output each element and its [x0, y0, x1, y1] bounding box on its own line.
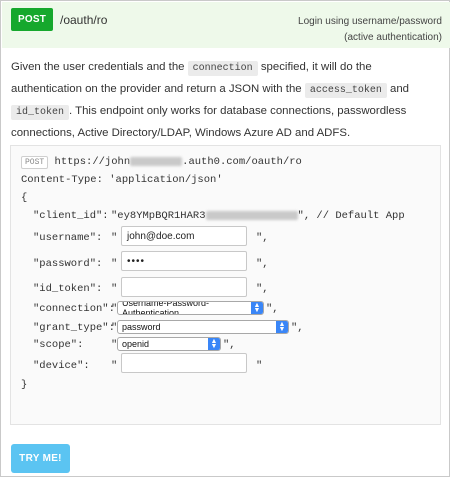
inline-code-id-token: id_token: [11, 105, 70, 120]
open-brace: {: [21, 192, 28, 204]
description-text: and: [386, 83, 409, 95]
redacted-tenant: [130, 156, 183, 166]
chevron-updown-icon: ▲ ▼: [251, 302, 263, 314]
summary-title: Login using username/password: [298, 16, 442, 27]
close-brace: }: [21, 379, 28, 391]
description-text: Given the user credentials and the: [11, 61, 188, 73]
request-url-suffix: .auth0.com/oauth/ro: [182, 156, 302, 168]
redacted-client-id: [205, 210, 298, 220]
request-url-prefix: https://john: [54, 156, 131, 168]
quote: ",: [266, 303, 279, 315]
summary-subtitle: (active authentication): [344, 32, 442, 43]
username-field[interactable]: john@doe.com: [121, 226, 247, 246]
id-token-field[interactable]: [121, 277, 247, 297]
client-id-key: "client_id":: [33, 210, 109, 222]
id-token-key: "id_token":: [33, 283, 103, 295]
endpoint-header[interactable]: POST /oauth/ro Login using username/pass…: [2, 2, 450, 48]
endpoint-summary: Login using username/password (active au…: [298, 14, 442, 46]
grant-type-key: "grant_type":: [33, 322, 115, 334]
quote: ": [111, 258, 118, 270]
description-text: . This endpoint only works for database …: [11, 105, 407, 139]
chevron-updown-icon: ▲ ▼: [276, 321, 288, 333]
grant-type-select-value: password: [122, 322, 161, 332]
device-key: "device":: [33, 360, 90, 372]
password-field[interactable]: ••••: [121, 251, 247, 271]
endpoint-path: /oauth/ro: [60, 13, 108, 27]
try-me-button[interactable]: TRY ME!: [11, 444, 70, 473]
quote: ": [111, 360, 118, 372]
client-id-visible: "ey8YMpBQR1HAR3: [111, 210, 206, 222]
quote: ",: [256, 232, 269, 244]
inline-code-connection: connection: [187, 61, 258, 76]
content-type-line: Content-Type: 'application/json': [21, 174, 223, 186]
device-field[interactable]: [121, 353, 247, 373]
endpoint-description: Given the user credentials and the conne…: [11, 57, 441, 143]
quote: ",: [256, 258, 269, 270]
method-badge: POST: [11, 8, 53, 31]
chevron-updown-icon: ▲ ▼: [208, 338, 220, 350]
request-method-badge: POST: [21, 156, 49, 169]
endpoint-card: POST /oauth/ro Login using username/pass…: [0, 0, 450, 477]
scope-select-value: openid: [122, 339, 150, 349]
grant-type-select[interactable]: password ▲ ▼: [117, 320, 289, 334]
scope-key: "scope":: [33, 339, 84, 351]
quote: ": [111, 283, 118, 295]
request-url-line: POST https://john .auth0.com/oauth/ro: [21, 156, 302, 169]
client-id-comment: ", // Default App: [297, 210, 405, 222]
scope-select[interactable]: openid ▲ ▼: [117, 337, 221, 351]
password-key: "password":: [33, 258, 103, 270]
request-panel: POST https://john .auth0.com/oauth/ro Con…: [10, 145, 441, 425]
connection-select-value: Username-Password-Authentication: [122, 301, 210, 315]
quote: ",: [291, 322, 304, 334]
client-id-value: "ey8YMpBQR1HAR3 ", // Default App: [111, 210, 405, 222]
quote: ",: [223, 339, 236, 351]
quote: ": [111, 232, 118, 244]
connection-select[interactable]: Username-Password-Authentication ▲ ▼: [117, 301, 264, 315]
quote: ": [256, 360, 263, 372]
inline-code-access-token: access_token: [304, 83, 387, 98]
connection-key: "connection":: [33, 303, 115, 315]
quote: ",: [256, 283, 269, 295]
username-key: "username":: [33, 232, 103, 244]
